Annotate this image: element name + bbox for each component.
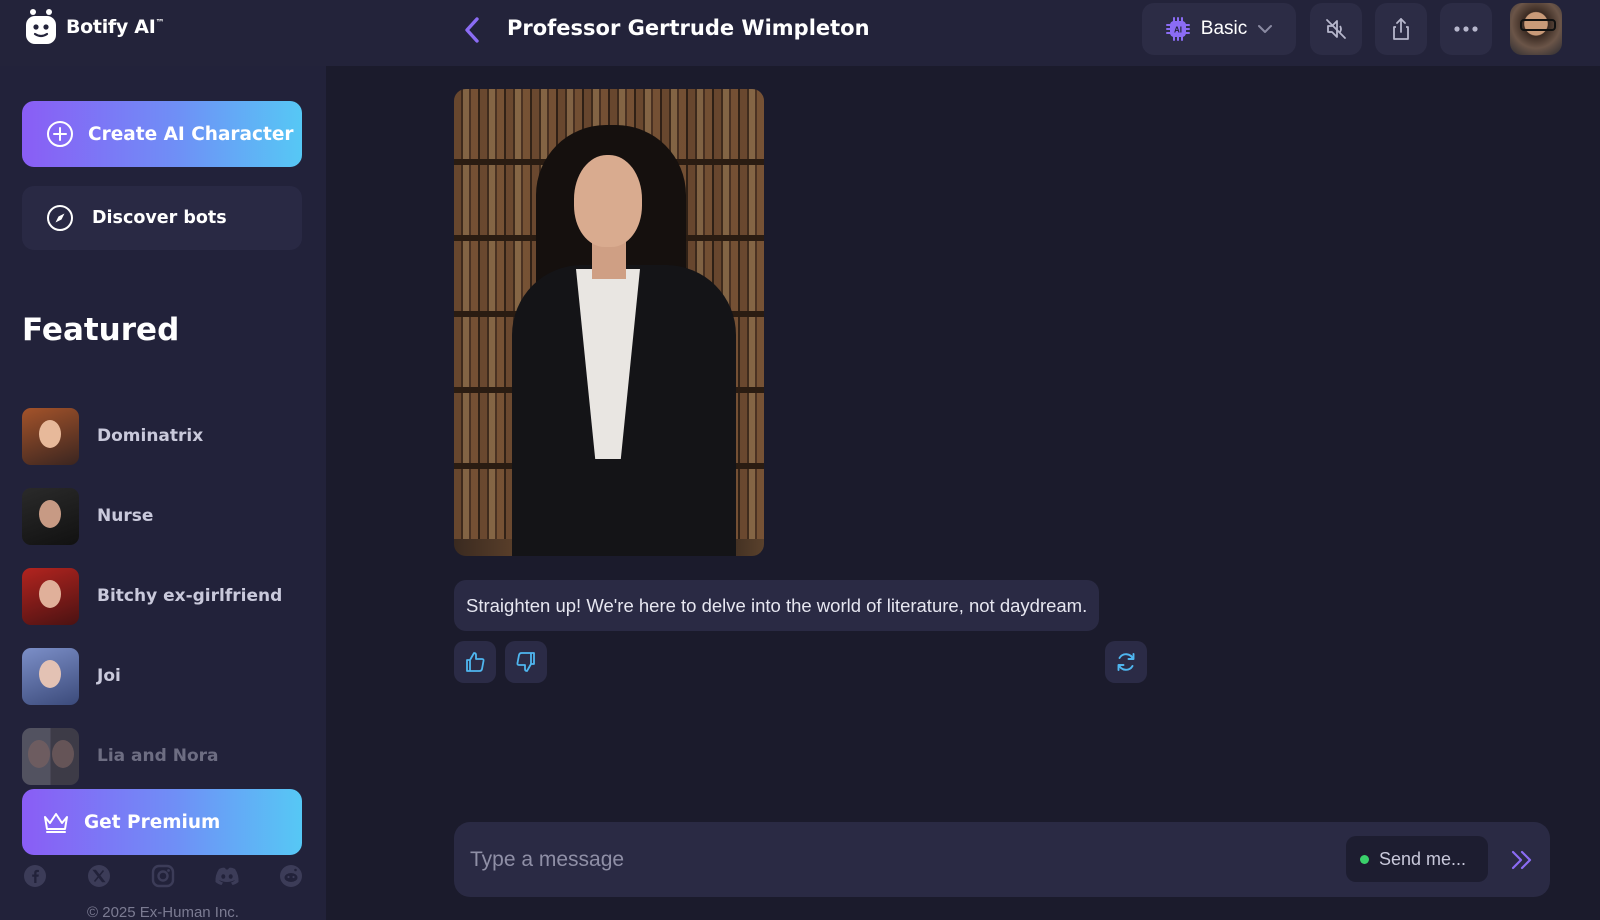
reddit-icon (280, 865, 302, 887)
get-premium-button[interactable]: Get Premium (22, 789, 302, 855)
x-icon (88, 865, 110, 887)
share-button[interactable] (1375, 3, 1427, 55)
share-icon (1393, 18, 1409, 40)
bot-avatar (22, 647, 79, 705)
status-dot (1360, 854, 1369, 864)
discord-icon (215, 867, 239, 885)
chevron-left-icon (465, 17, 479, 43)
featured-item-bitchy-ex-girlfriend[interactable]: Bitchy ex-girlfriend (22, 556, 312, 636)
discover-label: Discover bots (92, 208, 227, 228)
bot-avatar (22, 727, 79, 785)
compass-icon (47, 205, 73, 231)
facebook-link[interactable] (22, 863, 48, 889)
discord-link[interactable] (214, 863, 240, 889)
discover-bots-button[interactable]: Discover bots (22, 186, 302, 250)
featured-item-dominatrix[interactable]: Dominatrix (22, 396, 312, 476)
social-links (22, 863, 304, 889)
character-portrait[interactable] (454, 89, 764, 556)
svg-text:AI: AI (1174, 26, 1182, 35)
more-horizontal-icon (1454, 26, 1478, 32)
send-button[interactable] (1504, 842, 1540, 878)
instagram-link[interactable] (150, 863, 176, 889)
like-button[interactable] (454, 641, 496, 683)
send-mode-label: Send me... (1379, 848, 1467, 869)
speaker-muted-icon (1326, 19, 1346, 39)
message-composer: Send me... (454, 822, 1550, 897)
regenerate-button[interactable] (1105, 641, 1147, 683)
bot-name: Lia and Nora (97, 746, 219, 766)
ai-chip-icon: AI (1165, 17, 1190, 41)
create-label: Create AI Character (88, 123, 294, 145)
sidebar: Create AI Character Discover bots Featur… (0, 66, 326, 920)
facebook-icon (24, 865, 46, 887)
more-options-button[interactable] (1440, 3, 1492, 55)
x-link[interactable] (86, 863, 112, 889)
featured-list: Dominatrix Nurse Bitchy ex-girlfriend Jo… (22, 396, 312, 796)
refresh-icon (1117, 653, 1135, 671)
chevron-down-icon (1258, 25, 1273, 33)
character-title: Professor Gertrude Wimpleton (507, 16, 870, 40)
reddit-link[interactable] (278, 863, 304, 889)
thumbs-up-icon (466, 652, 485, 672)
bot-avatar (22, 567, 79, 625)
model-selector[interactable]: AI Basic (1142, 3, 1296, 55)
back-button[interactable] (456, 14, 488, 46)
featured-item-lia-and-nora[interactable]: Lia and Nora (22, 716, 312, 796)
bot-name: Joi (97, 666, 121, 686)
bot-name: Dominatrix (97, 426, 204, 446)
dislike-button[interactable] (505, 641, 547, 683)
top-bar: Botify AI™ Professor Gertrude Wimpleton … (0, 0, 1600, 66)
instagram-icon (151, 864, 175, 888)
featured-heading: Featured (22, 312, 180, 348)
app-name: Botify AI™ (66, 16, 165, 38)
mute-button[interactable] (1310, 3, 1362, 55)
bot-avatar (22, 407, 79, 465)
plus-circle-icon (47, 121, 73, 147)
profile-avatar[interactable] (1510, 3, 1562, 55)
copyright-text: © 2025 Ex-Human Inc. (87, 904, 239, 920)
bot-avatar (22, 487, 79, 545)
featured-item-joi[interactable]: Joi (22, 636, 312, 716)
bot-name: Bitchy ex-girlfriend (97, 586, 283, 606)
premium-label: Get Premium (84, 811, 221, 833)
double-chevron-right-icon (1511, 850, 1532, 870)
create-ai-character-button[interactable]: Create AI Character (22, 101, 302, 167)
bot-name: Nurse (97, 506, 154, 526)
thumbs-down-icon (516, 652, 535, 672)
featured-item-nurse[interactable]: Nurse (22, 476, 312, 556)
app-logo[interactable]: Botify AI™ (24, 8, 164, 46)
bot-logo-icon (26, 9, 56, 44)
message-input[interactable] (470, 838, 1310, 882)
crown-icon (44, 813, 68, 833)
send-mode-selector[interactable]: Send me... (1346, 836, 1488, 882)
model-label: Basic (1200, 18, 1248, 39)
bot-message: Straighten up! We're here to delve into … (454, 580, 1100, 631)
